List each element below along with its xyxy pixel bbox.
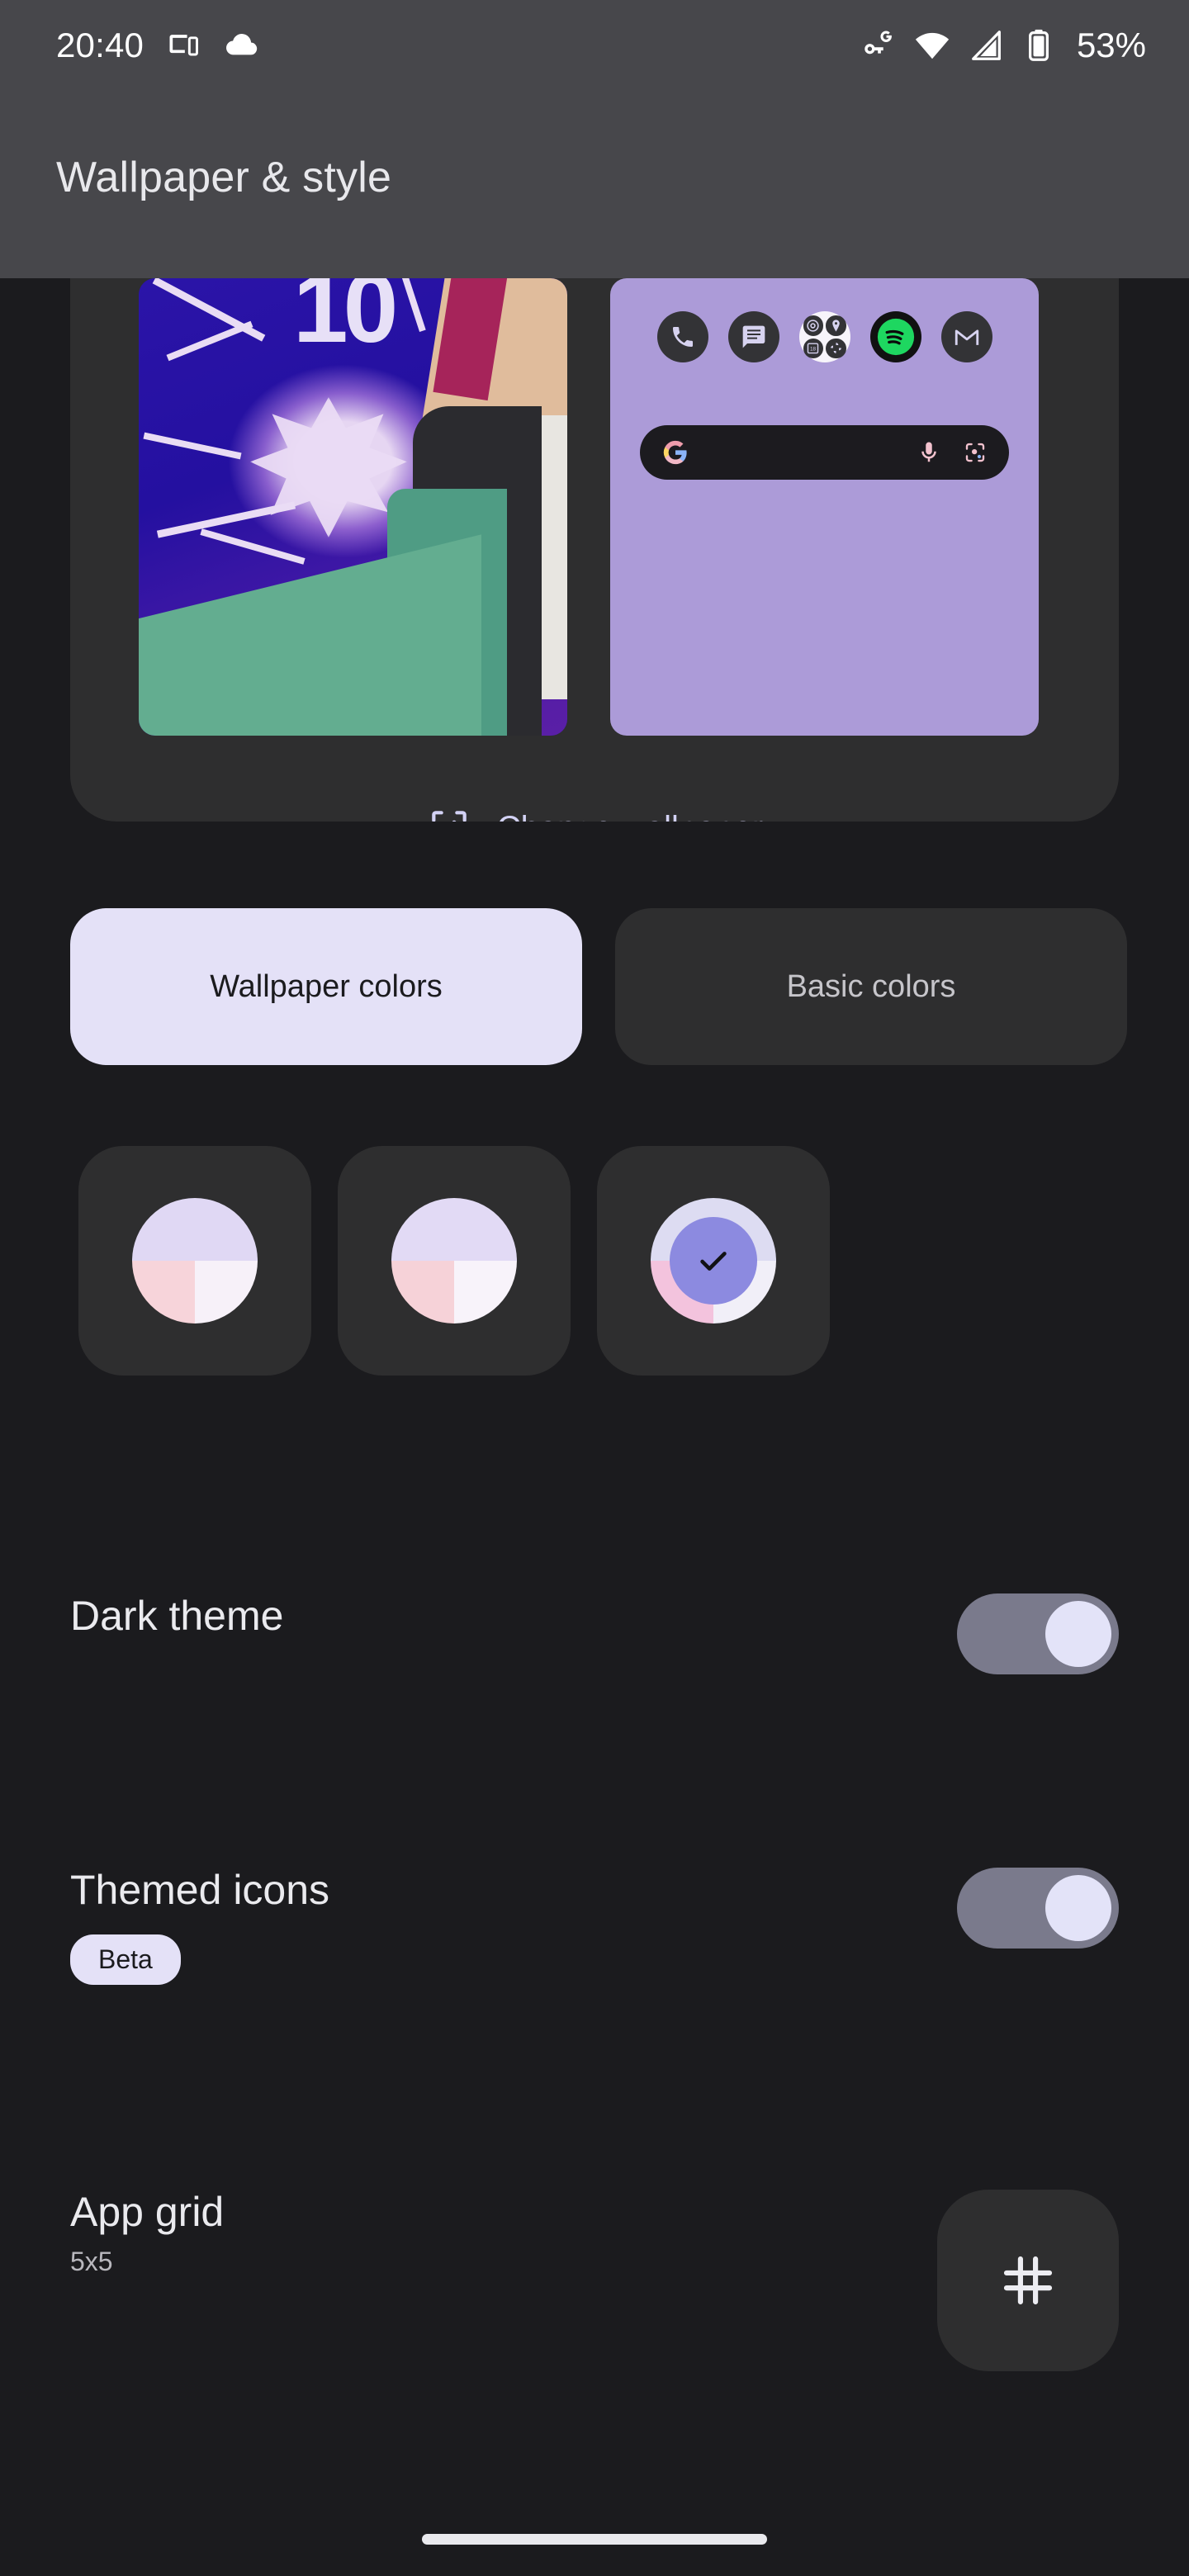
mobile-signal-icon	[972, 31, 1001, 60]
color-source-tabs: Wallpaper colors Basic colors	[70, 908, 1127, 1065]
toggle-thumb	[1045, 1875, 1111, 1941]
color-swatch-list	[78, 1146, 830, 1376]
color-swatch-option-3-selected[interactable]	[597, 1146, 830, 1376]
swatch-selected-indicator	[670, 1217, 757, 1305]
messages-app-icon[interactable]	[727, 311, 779, 362]
home-dock: 18	[610, 311, 1039, 362]
status-bar: 20:40 53%	[0, 0, 1189, 91]
maps-app-icon	[826, 315, 846, 336]
google-lens-icon[interactable]	[963, 440, 988, 465]
gmail-app-icon[interactable]	[940, 311, 992, 362]
dark-theme-texts: Dark theme	[70, 1593, 957, 1639]
dark-theme-toggle[interactable]	[957, 1593, 1119, 1674]
tab-wallpaper-colors-label: Wallpaper colors	[210, 968, 443, 1004]
google-g-icon	[663, 440, 687, 465]
lock-screen-wallpaper-preview[interactable]: 10	[139, 278, 567, 736]
status-bar-left: 20:40	[56, 26, 259, 65]
swatch-quadrant-top	[132, 1198, 258, 1261]
battery-percent-label: 53%	[1076, 26, 1146, 64]
swatch-quadrant-bottom-left	[391, 1261, 454, 1324]
preview-thumbnails-row: 10 18	[139, 278, 1039, 736]
calendar-app-icon: 18	[803, 338, 823, 358]
status-bar-right: 53%	[859, 26, 1146, 65]
tab-basic-colors[interactable]: Basic colors	[615, 908, 1127, 1065]
tab-basic-colors-label: Basic colors	[786, 968, 956, 1004]
photos-app-icon	[826, 338, 846, 358]
setting-row-themed-icons[interactable]: Themed icons Beta	[70, 1868, 1119, 1985]
themed-icons-toggle[interactable]	[957, 1868, 1119, 1949]
wallpaper-artwork: 10	[139, 278, 567, 736]
cast-devices-icon	[169, 35, 199, 56]
swatch-quadrant-top	[391, 1198, 517, 1261]
vpn-key-g-icon	[865, 31, 892, 54]
themed-icons-texts: Themed icons Beta	[70, 1868, 957, 1985]
setting-row-app-grid[interactable]: App grid 5x5	[70, 2190, 1119, 2371]
home-gesture-pill[interactable]	[422, 2534, 767, 2545]
swatch-quadrant-bottom-right	[195, 1261, 258, 1324]
app-grid-button[interactable]	[937, 2190, 1119, 2371]
color-swatch-option-2[interactable]	[338, 1146, 571, 1376]
battery-icon	[1028, 29, 1049, 61]
wallpaper-overlay-text: 10	[292, 278, 399, 363]
home-screen-preview[interactable]: 18	[610, 278, 1039, 736]
status-clock: 20:40	[56, 26, 144, 64]
app-grid-texts: App grid 5x5	[70, 2190, 937, 2277]
setting-row-dark-theme[interactable]: Dark theme	[70, 1593, 1119, 1674]
swatch-quadrant-bottom-right	[454, 1261, 517, 1324]
beta-badge: Beta	[70, 1934, 181, 1985]
svg-text:18: 18	[810, 347, 817, 353]
swatch-quadrant-bottom-left	[132, 1261, 195, 1324]
phone-app-icon[interactable]	[656, 311, 708, 362]
spotify-app-icon[interactable]	[869, 311, 921, 362]
google-search-bar[interactable]	[640, 425, 1009, 480]
change-wallpaper-button[interactable]: Change wallpaper	[70, 805, 1119, 822]
app-grid-subtitle: 5x5	[70, 2247, 113, 2276]
top-app-bar: 20:40 53% Wallpaper & style	[0, 0, 1189, 278]
change-wallpaper-label: Change wallpaper	[497, 810, 763, 822]
wallpaper-and-style-screen: 10 18 Wallpaper colors Basic colors Dark…	[0, 0, 1189, 2576]
tab-wallpaper-colors[interactable]: Wallpaper colors	[70, 908, 582, 1065]
swatch-preview	[391, 1198, 517, 1324]
cloud-icon	[226, 34, 258, 55]
microphone-icon[interactable]	[917, 440, 941, 465]
toggle-thumb	[1045, 1601, 1111, 1667]
swatch-preview	[132, 1198, 258, 1324]
wifi-icon	[915, 32, 950, 59]
dark-theme-title: Dark theme	[70, 1593, 284, 1639]
page-title: Wallpaper & style	[56, 154, 392, 201]
check-icon	[700, 1252, 727, 1271]
swatch-preview	[651, 1198, 776, 1324]
image-frame-icon	[431, 811, 467, 822]
grid-hash-icon	[1003, 2256, 1053, 2305]
app-grid-title: App grid	[70, 2189, 225, 2235]
chrome-app-icon	[803, 315, 823, 336]
color-swatch-option-1[interactable]	[78, 1146, 311, 1376]
google-apps-folder-icon[interactable]: 18	[798, 311, 850, 362]
themed-icons-title: Themed icons	[70, 1867, 330, 1913]
